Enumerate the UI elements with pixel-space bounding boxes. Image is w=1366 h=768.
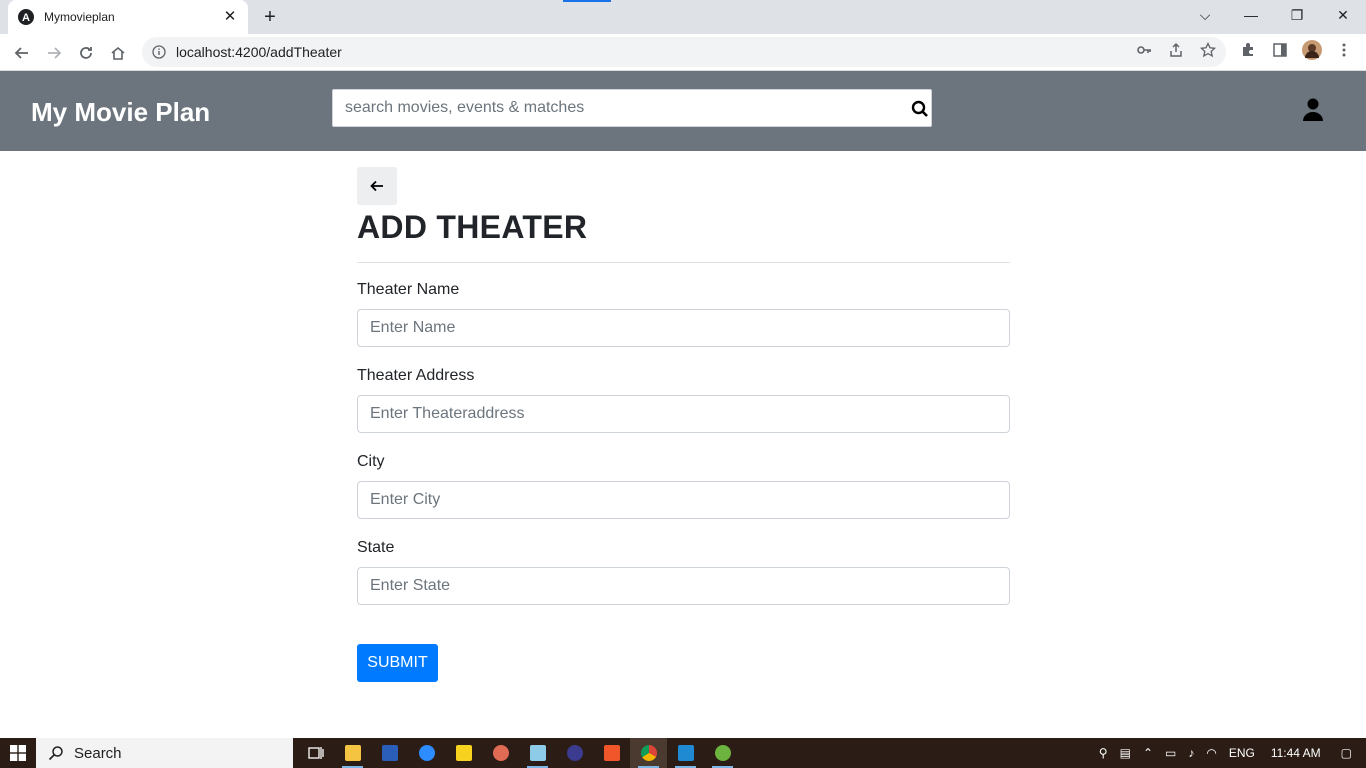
paint-icon[interactable] xyxy=(482,738,519,768)
chrome-icon[interactable] xyxy=(630,738,667,768)
theater-address-input[interactable] xyxy=(357,395,1010,433)
url-text: localhost:4200/addTheater xyxy=(176,44,342,60)
state-label: State xyxy=(357,539,395,556)
volume-icon[interactable]: ♪ xyxy=(1188,746,1194,760)
clock[interactable]: 11:44 AM xyxy=(1271,746,1321,760)
address-bar[interactable]: localhost:4200/addTheater xyxy=(142,37,1226,67)
window-close-icon[interactable]: ✕ xyxy=(1320,0,1366,30)
divider xyxy=(357,262,1010,263)
browser-tab[interactable]: A Mymovieplan ✕ xyxy=(8,0,248,34)
site-info-icon[interactable] xyxy=(152,45,166,59)
windows-start-icon[interactable] xyxy=(0,738,36,768)
browser-toolbar: localhost:4200/addTheater xyxy=(0,34,1366,71)
chrome-menu-icon[interactable] xyxy=(1336,42,1352,58)
theater-name-input[interactable] xyxy=(357,309,1010,347)
wifi-icon[interactable]: ◠ xyxy=(1206,746,1216,760)
page-title: ADD THEATER xyxy=(357,209,588,245)
app-header: My Movie Plan xyxy=(0,71,1366,151)
theater-address-label: Theater Address xyxy=(357,367,475,384)
share-icon[interactable] xyxy=(1168,42,1184,58)
back-icon[interactable] xyxy=(8,39,36,67)
minimize-icon[interactable]: — xyxy=(1228,0,1274,30)
battery-icon[interactable]: ▭ xyxy=(1165,746,1176,760)
sticky-notes-icon[interactable] xyxy=(445,738,482,768)
profile-avatar[interactable] xyxy=(1302,40,1322,60)
word-icon[interactable] xyxy=(371,738,408,768)
tab-loading-indicator xyxy=(563,0,611,2)
search-input[interactable] xyxy=(333,90,893,126)
taskbar-search-icon xyxy=(48,746,63,761)
home-icon[interactable] xyxy=(104,39,132,67)
zoom-icon[interactable] xyxy=(408,738,445,768)
password-key-icon[interactable] xyxy=(1136,42,1152,58)
bookmark-star-icon[interactable] xyxy=(1199,41,1217,58)
task-view-icon[interactable] xyxy=(297,738,334,768)
state-input[interactable] xyxy=(357,567,1010,605)
form-group-state: State xyxy=(357,539,1010,605)
file-explorer-icon[interactable] xyxy=(334,738,371,768)
system-tray: ⚲ ▤ ⌃ ▭ ♪ ◠ ENG 11:44 AM ▢ xyxy=(1093,738,1366,768)
taskbar-search[interactable]: Search xyxy=(36,738,293,768)
notepad-icon[interactable] xyxy=(519,738,556,768)
angular-favicon-icon: A xyxy=(18,9,34,25)
brave-icon[interactable] xyxy=(593,738,630,768)
people-icon[interactable]: ⚲ xyxy=(1099,746,1108,760)
theater-name-label: Theater Name xyxy=(357,281,460,298)
eclipse-icon[interactable] xyxy=(556,738,593,768)
search-box xyxy=(332,89,932,127)
spring-tools-icon[interactable] xyxy=(704,738,741,768)
svg-text:A: A xyxy=(22,12,30,24)
submit-button[interactable]: SUBMIT xyxy=(357,644,438,682)
news-icon[interactable]: ▤ xyxy=(1120,746,1131,760)
arrow-left-icon xyxy=(370,180,383,192)
browser-tab-strip: A Mymovieplan ✕ + ⌵ — ❐ ✕ xyxy=(0,0,1366,34)
brand-logo[interactable]: My Movie Plan xyxy=(31,97,210,128)
taskbar-search-label: Search xyxy=(74,744,122,762)
add-theater-form: ADD THEATER Theater Name Theater Address… xyxy=(357,167,1010,682)
tab-close-icon[interactable]: ✕ xyxy=(222,9,238,25)
show-hidden-icon[interactable]: ⌃ xyxy=(1143,746,1153,760)
form-group-theater-address: Theater Address xyxy=(357,367,1010,433)
city-label: City xyxy=(357,453,385,470)
reload-icon[interactable] xyxy=(72,39,100,67)
extensions-icon[interactable] xyxy=(1240,42,1256,58)
form-group-city: City xyxy=(357,453,1010,519)
restore-icon[interactable]: ❐ xyxy=(1274,0,1320,30)
form-group-theater-name: Theater Name xyxy=(357,281,1010,347)
tab-search-chevron-icon[interactable]: ⌵ xyxy=(1182,0,1228,30)
search-icon[interactable] xyxy=(911,100,929,118)
back-button[interactable] xyxy=(357,167,397,205)
vscode-icon[interactable] xyxy=(667,738,704,768)
new-tab-icon[interactable]: + xyxy=(258,6,282,28)
city-input[interactable] xyxy=(357,481,1010,519)
notifications-icon[interactable]: ▢ xyxy=(1341,746,1352,760)
forward-icon[interactable] xyxy=(40,39,68,67)
user-icon[interactable] xyxy=(1302,98,1324,122)
side-panel-icon[interactable] xyxy=(1272,42,1288,58)
tab-title: Mymovieplan xyxy=(44,10,115,24)
language-indicator[interactable]: ENG xyxy=(1229,746,1255,760)
